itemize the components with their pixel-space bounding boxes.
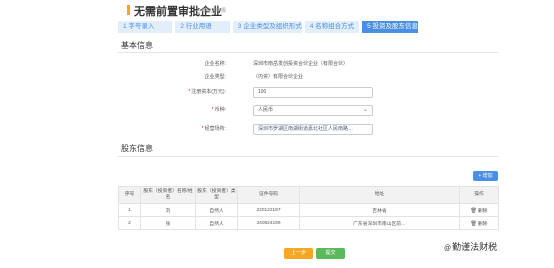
table-row: 2 张 自然人 340824199 广东省深圳市南山区前… 🗑删除 <box>118 216 499 230</box>
cell-address: 广东省深圳市南山区前… <box>299 216 460 230</box>
page-subtitle: 名称自主申报 <box>196 8 227 14</box>
step-2[interactable]: 2 行业用语 <box>175 21 230 33</box>
cell-id: 340824199 <box>237 216 300 230</box>
prev-step-button[interactable]: 上一步 <box>284 248 313 259</box>
currency-select[interactable]: 人民币 ⌄ <box>253 105 373 116</box>
shareholders-table: 序号 股东（投资者）名称/姓名 股东（投资者）类型 证件号码 地址 操作 1 刘… <box>118 186 499 230</box>
col-header-id: 证件号码 <box>237 186 300 204</box>
cell-id: 220122197 <box>237 203 300 217</box>
cell-address: 吉林省 <box>299 203 460 217</box>
watermark-at: @ <box>444 245 452 252</box>
table-row: 1 刘 自然人 220122197 吉林省 🗑删除 <box>118 203 499 217</box>
col-header-no: 序号 <box>118 186 141 204</box>
cell-no: 1 <box>118 203 141 217</box>
address-input[interactable]: 深圳市罗湖区南湖街道嘉北社区人民南路… <box>253 124 373 135</box>
step-3[interactable]: 3 企业类型及组织形式 <box>232 21 302 33</box>
header-accent-bar <box>127 5 130 15</box>
shareholders-title: 股东信息 <box>121 144 153 153</box>
chevron-down-icon: ⌄ <box>362 107 368 113</box>
company-name-label: 企业名称: <box>204 61 226 67</box>
submit-button[interactable]: 提交 <box>316 248 345 259</box>
add-shareholder-button[interactable]: + 增加 <box>473 171 498 181</box>
step-4[interactable]: 4 名称组合方式 <box>304 21 360 33</box>
company-type-label: 企业类型: <box>204 74 226 80</box>
step-indicator: 1 字号录入 2 行业用语 3 企业类型及组织形式 4 名称组合方式 5 投资及… <box>118 21 419 33</box>
delete-button[interactable]: 🗑删除 <box>459 216 499 230</box>
cell-name: 刘 <box>140 203 196 217</box>
col-header-address: 地址 <box>299 186 460 204</box>
watermark-text: 勤谨法财税 <box>452 242 498 252</box>
company-type-value: （内资）有限合伙企业 <box>253 74 304 80</box>
step-5-active[interactable]: 5 投资及股东信息 <box>362 21 419 33</box>
cell-no: 2 <box>118 216 141 230</box>
address-row: *经营场所: 深圳市罗湖区南湖街道嘉北社区人民南路… <box>118 124 498 136</box>
col-header-type: 股东（投资者）类型 <box>195 186 238 204</box>
company-type-row: 企业类型: （内资）有限合伙企业 <box>118 72 498 84</box>
step-1[interactable]: 1 字号录入 <box>118 21 173 33</box>
trash-icon: 🗑 <box>470 207 477 214</box>
page-header: 无需前置审批企业 名称自主申报 <box>0 0 554 22</box>
currency-row: *币种: 人民币 ⌄ <box>118 105 498 117</box>
cell-type: 自然人 <box>195 216 238 230</box>
company-name-value: 深圳市南岳发创投资合伙企业（有限合伙） <box>253 61 349 67</box>
col-header-action: 操作 <box>459 186 499 204</box>
watermark: @勤谨法财税 <box>444 240 497 253</box>
table-header-row: 序号 股东（投资者）名称/姓名 股东（投资者）类型 证件号码 地址 操作 <box>118 186 499 204</box>
trash-icon: 🗑 <box>470 220 477 227</box>
cell-type: 自然人 <box>195 203 238 217</box>
col-header-name: 股东（投资者）名称/姓名 <box>140 186 196 204</box>
cell-name: 张 <box>140 216 196 230</box>
company-name-row: 企业名称: 深圳市南岳发创投资合伙企业（有限合伙） <box>118 59 498 71</box>
address-label: 经营场所: <box>204 126 226 132</box>
capital-label: 注册资本(万元): <box>191 89 226 95</box>
section-divider <box>118 52 498 53</box>
section-divider <box>118 156 498 157</box>
capital-input[interactable]: 100 <box>253 87 373 98</box>
currency-select-value: 人民币 <box>258 107 274 113</box>
delete-button[interactable]: 🗑删除 <box>459 203 499 217</box>
basic-info-title: 基本信息 <box>121 41 153 50</box>
capital-row: *注册资本(万元): 100 <box>118 87 498 99</box>
currency-label: 币种: <box>214 107 226 113</box>
